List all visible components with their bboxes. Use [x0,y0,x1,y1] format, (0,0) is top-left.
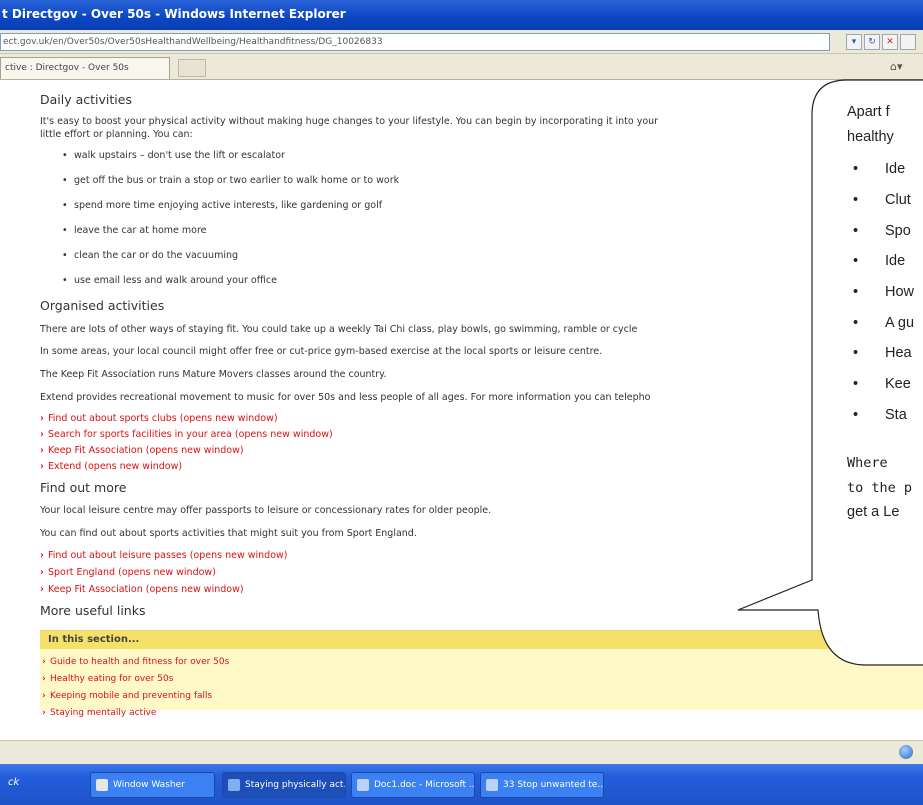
bubble-text: healthy [847,129,894,145]
bubble-text: Where [847,455,888,471]
bubble-text: get a Le [847,504,900,520]
bubble-list-item: Ide [853,253,905,269]
bubble-list-item: How [853,284,914,300]
taskbar-item[interactable]: 33 Stop unwanted te... [480,772,604,798]
bubble-text: Apart f [847,104,890,120]
bubble-list-item: Sta [853,407,907,423]
bubble-list-item: A gu [853,315,914,331]
taskbar-item[interactable]: Window Washer [90,772,215,798]
taskbar-item[interactable]: Doc1.doc - Microsoft ... [351,772,475,798]
bubble-list-item: Clut [853,192,911,208]
bubble-list-item: Ide [853,161,905,177]
word-icon [486,779,498,791]
taskbar-item[interactable]: Staying physically act... [222,772,346,798]
word-icon [357,779,369,791]
bubble-list-item: Spo [853,223,911,239]
bubble-text: to the p [847,480,913,496]
internet-zone-icon [899,745,913,759]
bubble-list-item: Kee [853,376,911,392]
bubble-list-item: Hea [853,345,912,361]
ie-icon [228,779,240,791]
start-button[interactable]: ck [8,777,19,788]
status-bar [0,740,923,764]
taskbar: ck Window Washer Staying physically act.… [0,764,923,805]
speech-bubble [737,79,923,666]
app-icon [96,779,108,791]
